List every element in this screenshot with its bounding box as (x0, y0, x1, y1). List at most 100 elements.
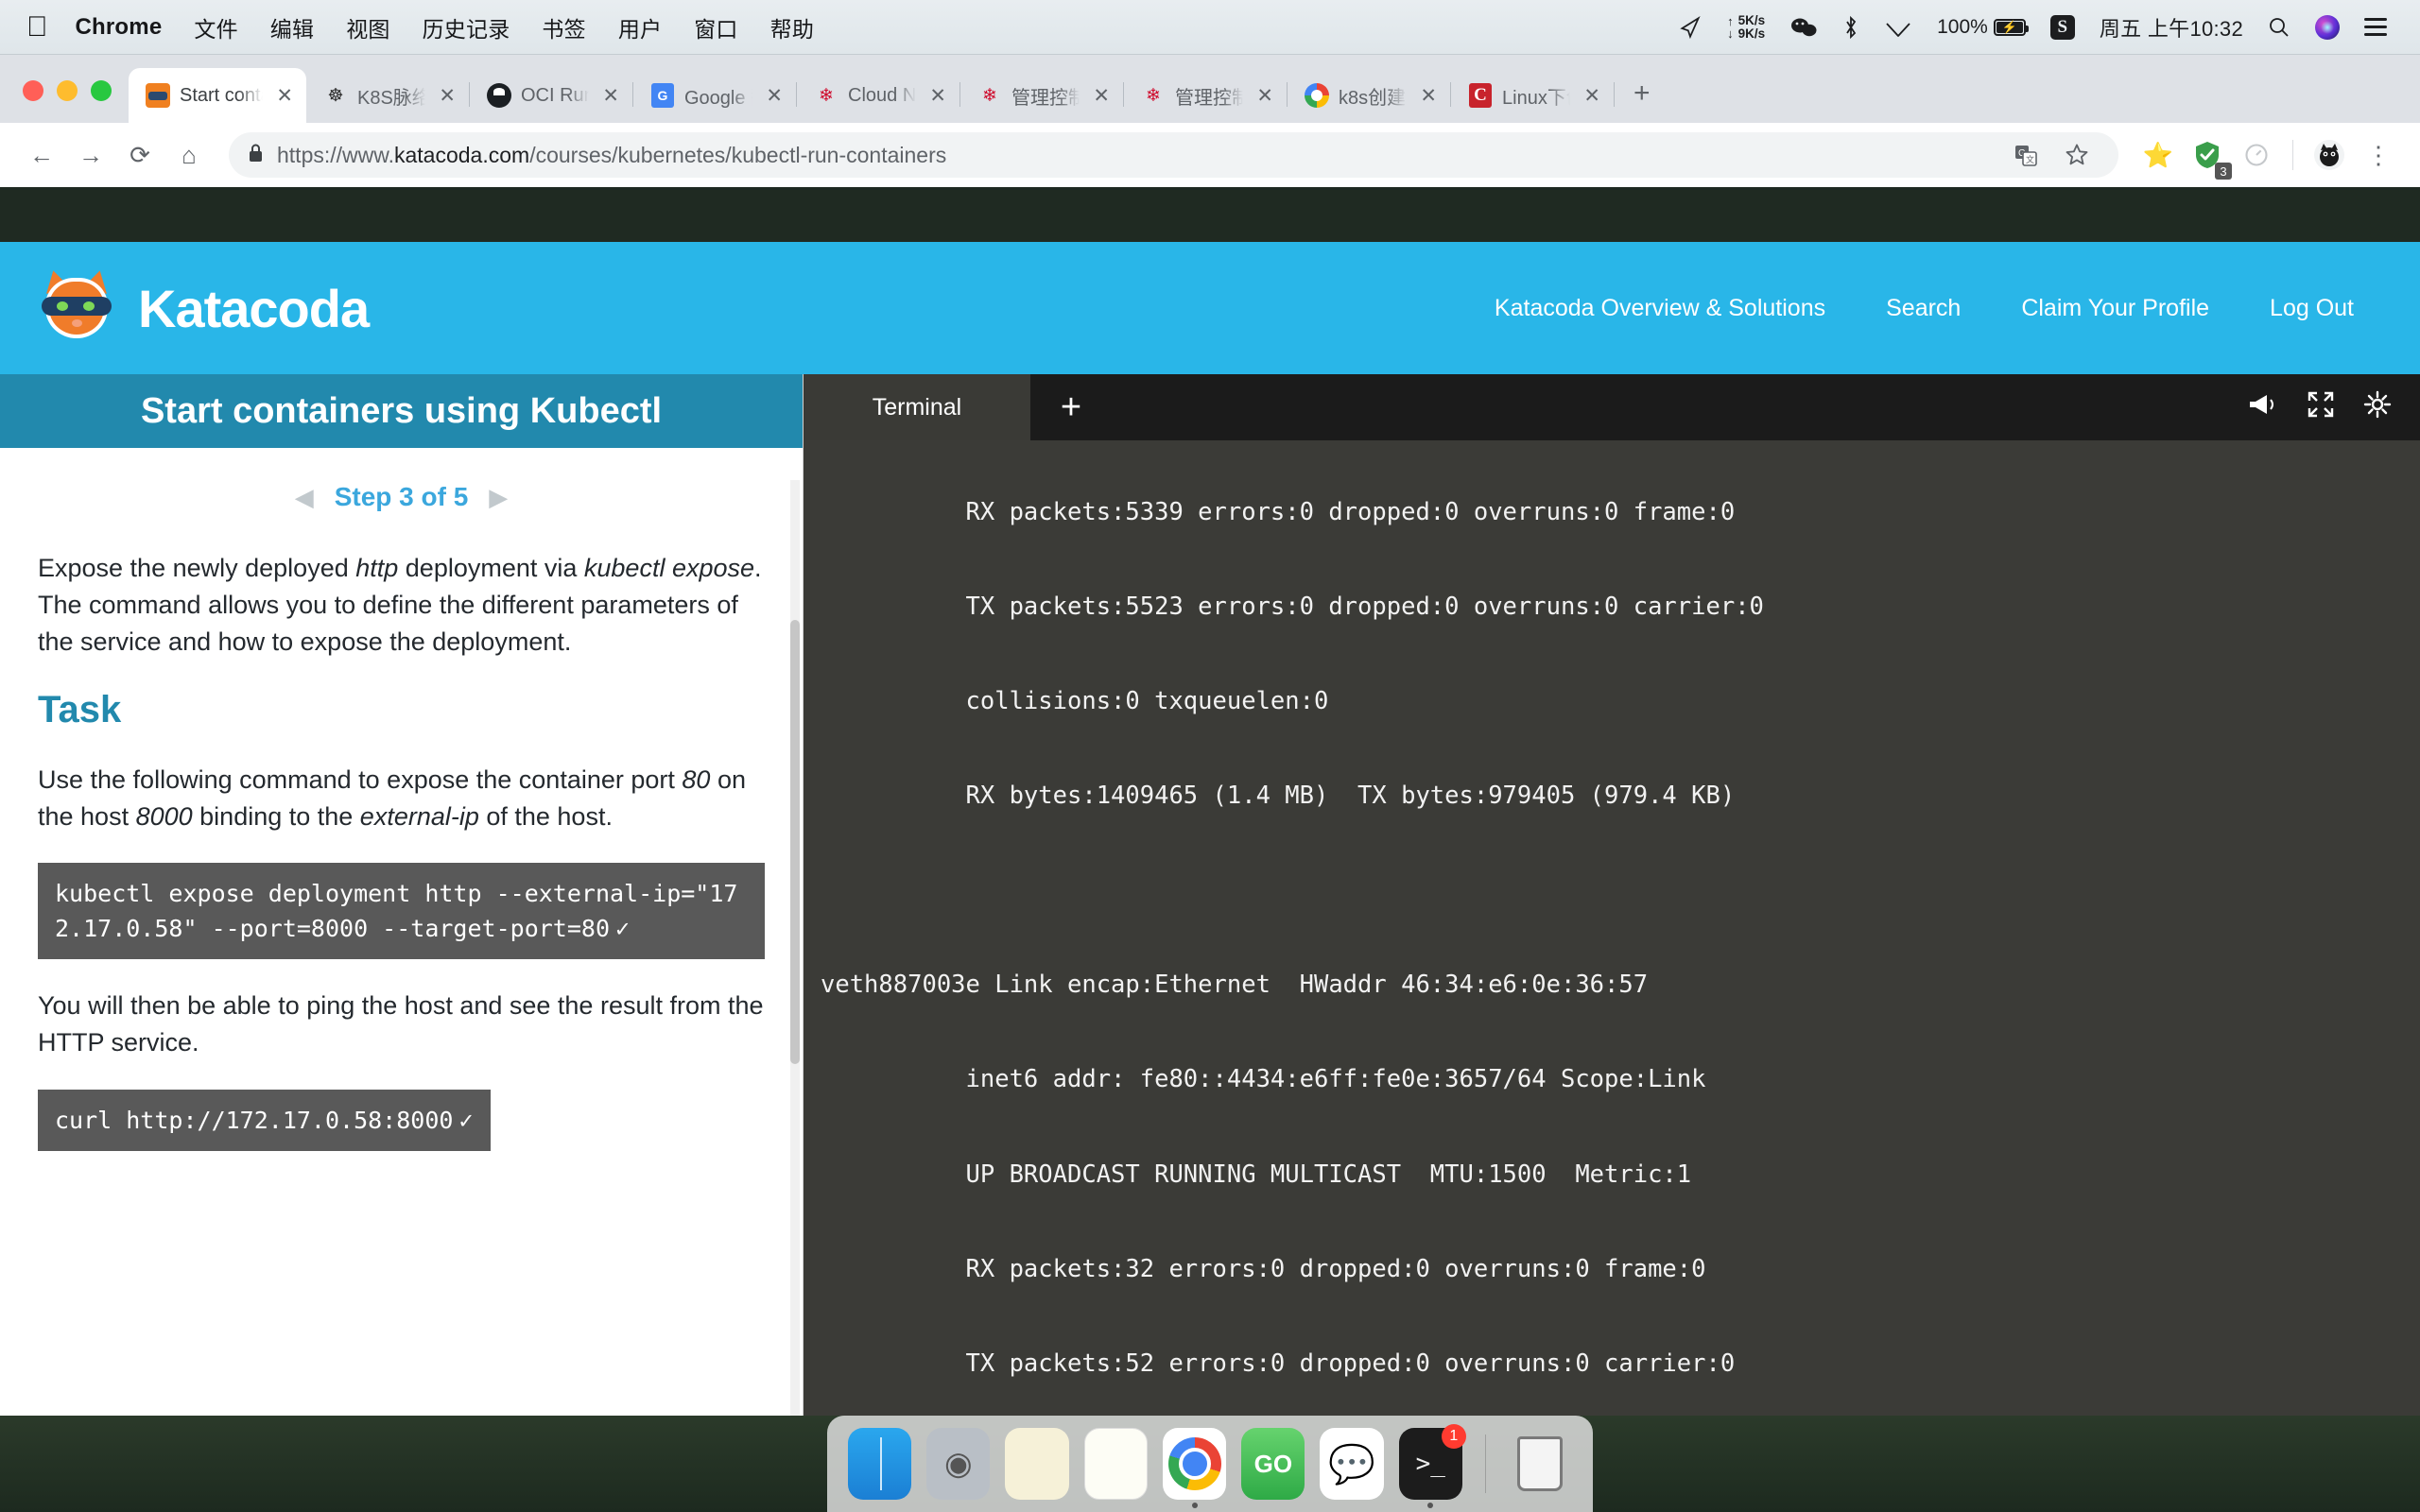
run-command-check-icon[interactable]: ✓ (615, 915, 630, 942)
browser-tab-6[interactable]: ❄ 管理控制台 ✕ (1124, 68, 1287, 123)
menu-item-view[interactable]: 视图 (330, 11, 406, 43)
step-navigation: ◀ Step 3 of 5 ▶ (38, 482, 765, 512)
task-paragraph: Use the following command to expose the … (38, 762, 765, 835)
command-block-expose[interactable]: kubectl expose deployment http --externa… (38, 863, 765, 960)
spotlight-search-icon[interactable] (2256, 16, 2303, 39)
chrome-icon[interactable] (1163, 1428, 1227, 1508)
avatar[interactable] (2307, 132, 2352, 178)
google-translate-icon: G (650, 83, 675, 108)
tab-close-icon[interactable]: ✕ (1253, 84, 1277, 108)
browser-tab-2[interactable]: OCI Runtin ✕ (470, 68, 632, 123)
forward-button[interactable]: → (68, 132, 113, 178)
wechat-icon[interactable]: 💬 (1320, 1428, 1384, 1500)
tab-terminal[interactable]: Terminal (804, 374, 1030, 440)
run-command-check-icon[interactable]: ✓ (458, 1107, 473, 1134)
new-tab-button[interactable]: + (1615, 79, 1669, 123)
menu-item-file[interactable]: 文件 (178, 11, 253, 43)
siri-icon[interactable] (2303, 14, 2352, 40)
tab-close-icon[interactable]: ✕ (1580, 84, 1604, 108)
browser-tab-4[interactable]: ❄ Cloud Nati ✕ (797, 68, 959, 123)
nav-claim-profile[interactable]: Claim Your Profile (1991, 295, 2239, 322)
browser-tab-1[interactable]: ☸ K8S脉络整 ✕ (306, 68, 469, 123)
chrome-window: Start conta ✕ ☸ K8S脉络整 ✕ OCI Runtin ✕ G … (0, 55, 2420, 1512)
speedtest-extension-icon[interactable] (2234, 132, 2279, 178)
tab-title: 管理控制台 (1011, 87, 1080, 109)
bluetooth-icon[interactable] (1830, 15, 1872, 40)
stickies-icon[interactable] (1005, 1428, 1069, 1500)
tab-close-icon[interactable]: ✕ (925, 84, 950, 108)
next-step-button[interactable]: ▶ (489, 483, 508, 512)
goland-icon[interactable]: GO (1241, 1428, 1305, 1500)
nav-log-out[interactable]: Log Out (2239, 295, 2384, 322)
launchpad-icon[interactable]: ◉ (926, 1428, 991, 1500)
task-text-d: of the host. (478, 801, 613, 831)
menu-item-bookmarks[interactable]: 书签 (526, 11, 601, 43)
command-block-curl[interactable]: curl http://172.17.0.58:8000 ✓ (38, 1090, 491, 1152)
add-terminal-tab-button[interactable]: + (1030, 374, 1112, 440)
home-button[interactable]: ⌂ (166, 132, 212, 178)
browser-tab-8[interactable]: C Linux下创致 ✕ (1451, 68, 1614, 123)
address-bar[interactable]: https://www.katacoda.com/courses/kuberne… (229, 132, 2118, 178)
menu-item-chrome[interactable]: Chrome (60, 14, 179, 41)
tab-close-icon[interactable]: ✕ (435, 84, 459, 108)
menu-item-help[interactable]: 帮助 (754, 11, 830, 43)
back-button[interactable]: ← (19, 132, 64, 178)
wifi-icon[interactable] (1872, 16, 1925, 39)
battery-status[interactable]: 100% ⚡ (1925, 16, 2038, 39)
page-content: Katacoda Katacoda Overview & Solutions S… (0, 242, 2420, 1512)
fullscreen-icon[interactable] (2307, 390, 2335, 425)
instructions-scrollbar-thumb[interactable] (790, 620, 800, 1064)
paper-plane-icon (1680, 15, 1701, 39)
megaphone-icon[interactable] (2246, 392, 2278, 423)
menu-item-window[interactable]: 窗口 (678, 11, 753, 43)
minimize-window-button[interactable] (57, 80, 78, 101)
tab-close-icon[interactable]: ✕ (598, 84, 623, 108)
step-indicator: Step 3 of 5 (334, 482, 469, 511)
followup-paragraph: You will then be able to ping the host a… (38, 991, 764, 1057)
bluetooth-glyph-icon (1846, 15, 1857, 39)
nav-search[interactable]: Search (1856, 295, 1991, 322)
chrome-menu-button[interactable]: ⋮ (2356, 132, 2401, 178)
finder-icon[interactable] (848, 1428, 912, 1500)
menu-item-edit[interactable]: 编辑 (254, 11, 330, 43)
prev-step-button[interactable]: ◀ (295, 483, 314, 512)
maximize-window-button[interactable] (91, 80, 112, 101)
tab-close-icon[interactable]: ✕ (1416, 84, 1441, 108)
wechat-menu-icon[interactable] (1777, 16, 1830, 39)
browser-tab-strip: Start conta ✕ ☸ K8S脉络整 ✕ OCI Runtin ✕ G … (0, 55, 2420, 123)
adblock-extension-icon[interactable]: 3 (2185, 132, 2232, 180)
tab-close-icon[interactable]: ✕ (272, 84, 297, 108)
terminal-icon[interactable]: >_ 1 (1398, 1424, 1466, 1508)
katacoda-logo[interactable]: Katacoda (36, 267, 370, 346)
gear-icon[interactable] (2363, 390, 2392, 425)
browser-tab-3[interactable]: G Google 翻i ✕ (633, 68, 796, 123)
browser-tab-7[interactable]: k8s创建do ✕ (1288, 68, 1450, 123)
network-speed-indicator[interactable]: ↑ ↓ 5K/s 9K/s (1715, 14, 1777, 40)
terminal-output[interactable]: RX packets:5339 errors:0 dropped:0 overr… (804, 440, 2420, 1512)
tab-close-icon[interactable]: ✕ (762, 84, 786, 108)
apple-logo-icon[interactable]:  (26, 12, 48, 42)
menu-item-history[interactable]: 历史记录 (406, 11, 527, 43)
nav-overview-solutions[interactable]: Katacoda Overview & Solutions (1464, 295, 1856, 322)
menu-item-profiles[interactable]: 用户 (602, 11, 678, 43)
menu-bar-clock[interactable]: 周五 上午10:32 (2087, 12, 2256, 43)
control-center-icon[interactable] (2352, 18, 2399, 36)
browser-tab-0[interactable]: Start conta ✕ (129, 68, 306, 123)
close-window-button[interactable] (23, 80, 43, 101)
star-outline-icon (2066, 144, 2088, 165)
speed-arrows: ↑ ↓ (1727, 15, 1734, 40)
bookmark-manager-extension-icon[interactable]: ⭐ (2135, 132, 2181, 178)
browser-tab-5[interactable]: ❄ 管理控制台 ✕ (960, 68, 1123, 123)
url-host: katacoda.com (393, 142, 530, 167)
trash-icon[interactable] (1509, 1428, 1572, 1500)
bookmark-star-icon[interactable] (2054, 132, 2100, 178)
terminal-line: veth887003e Link encap:Ethernet HWaddr 4… (821, 971, 1649, 1000)
url-path: /courses/kubernetes/kubectl-run-containe… (529, 142, 947, 167)
network-monitor-icon[interactable] (1666, 15, 1715, 40)
translate-page-icon[interactable]: G 文 (2003, 132, 2048, 178)
reload-button[interactable]: ⟳ (117, 132, 163, 178)
notes-icon[interactable] (1083, 1428, 1149, 1500)
tab-close-icon[interactable]: ✕ (1089, 84, 1114, 108)
sogou-input-icon[interactable]: S (2038, 14, 2087, 40)
